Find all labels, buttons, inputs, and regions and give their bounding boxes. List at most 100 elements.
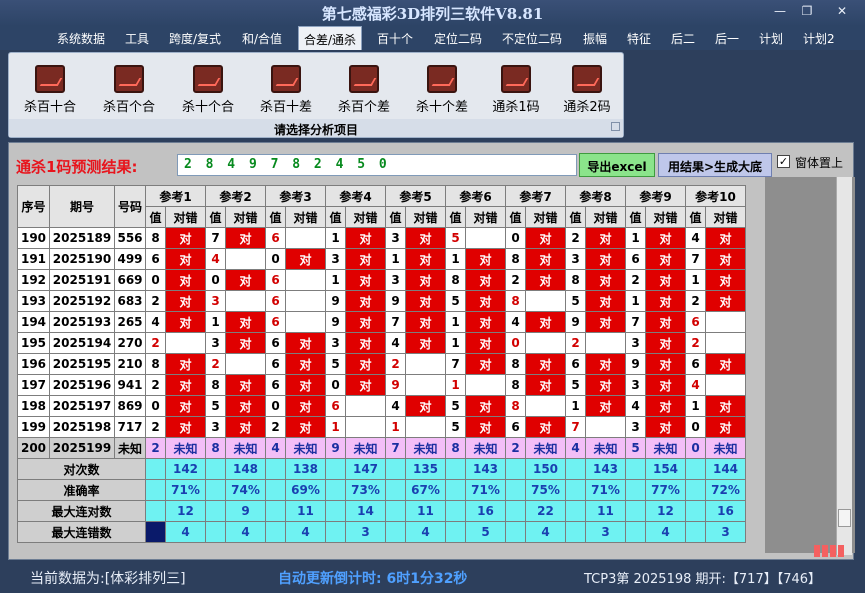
ontop-checkbox[interactable]: ✓ [777,155,790,168]
header-value: 值 [685,206,706,228]
menu-system-data[interactable]: 系统数据 [57,30,105,47]
stats-left [565,500,586,522]
table-row[interactable]: 190 2025189 556 8 对 7 对 6 1 对 3 对 5 0 对 2 对 1 对 4 对 [17,227,746,249]
hit-cell: 对 [705,353,746,375]
hit-cell: 对 [345,374,386,396]
tool-kill-one-code[interactable]: 通杀1码 [483,65,549,115]
vertical-scrollbar[interactable] [836,177,852,555]
stats-value: 150 [525,458,566,480]
pending-row[interactable]: 200 2025199 未知 2 未知 8 未知 4 未知 9 未知 7 未知 8 未知 2 未知 4 未知 5 未知 0… [17,437,746,459]
value-cell: 6 [265,353,286,375]
table-row[interactable]: 196 2025195 210 8 对 2 6 对 5 对 2 7 对 8 对 6 对 9 对 6 对 [17,353,746,375]
header-value: 值 [325,206,346,228]
hit-cell: 对 [345,290,386,312]
table-row[interactable]: 194 2025193 265 4 对 1 对 6 9 对 7 对 1 对 4 对 9 对 7 对 6 [17,311,746,333]
value-cell: 8 [205,437,226,459]
value-cell: 1 [445,374,466,396]
header-ref: 参考1 [145,185,206,207]
menu-plan[interactable]: 计划 [759,30,783,47]
table-row[interactable]: 195 2025194 270 2 3 对 6 对 3 对 4 对 1 对 0 2 3 对 2 [17,332,746,354]
stats-left [505,521,526,543]
menu-unfixed-two[interactable]: 不定位二码 [502,30,562,47]
miss-cell [525,290,566,312]
table-row[interactable]: 199 2025198 717 2 对 3 对 2 对 1 1 5 对 6 对 7 3 对 0 对 [17,416,746,438]
value-cell: 3 [385,269,406,291]
stats-label: 对次数 [17,458,146,480]
header-value: 值 [145,206,166,228]
export-excel-button[interactable]: 导出excel [579,153,655,177]
header-ref: 参考4 [325,185,386,207]
menu-fixed-two[interactable]: 定位二码 [434,30,482,47]
table-row[interactable]: 193 2025192 683 2 对 3 6 9 对 9 对 5 对 8 5 对 1 对 2 对 [17,290,746,312]
menu-amplitude[interactable]: 振幅 [583,30,607,47]
title-bar: 第七感福彩3D排列三软件V8.81 — ❐ ✕ [0,0,865,26]
hit-cell: 对 [405,269,446,291]
value-cell: 2 [145,374,166,396]
tool-kill-bs-diff[interactable]: 杀百十差 [253,65,319,115]
seq-cell: 195 [17,332,50,354]
value-cell: 3 [205,290,226,312]
miss-cell [225,290,266,312]
stats-left [445,458,466,480]
menu-feature[interactable]: 特征 [627,30,651,47]
chart-icon [35,65,65,93]
menu-sum[interactable]: 和/合值 [242,30,282,47]
menu-positions[interactable]: 百十个 [377,30,413,47]
hit-cell: 对 [585,311,626,333]
menu-span[interactable]: 跨度/复式 [169,30,221,47]
tool-kill-bs-sum[interactable]: 杀百十合 [17,65,83,115]
hit-cell: 对 [165,248,206,270]
header-ref: 参考7 [505,185,566,207]
table-row[interactable]: 192 2025191 669 0 对 0 对 6 1 对 3 对 8 对 2 对 8 对 2 对 1 对 [17,269,746,291]
tool-kill-two-code[interactable]: 通杀2码 [554,65,620,115]
tool-kill-bg-diff[interactable]: 杀百个差 [331,65,397,115]
value-cell: 3 [565,248,586,270]
maximize-icon[interactable]: ❐ [795,4,819,18]
scroll-thumb[interactable] [838,509,851,527]
table-row[interactable]: 197 2025196 941 2 对 8 对 6 对 0 对 9 1 8 对 5 对 3 对 4 [17,374,746,396]
stats-left [385,521,406,543]
hit-cell: 对 [345,269,386,291]
dialog-launcher-icon[interactable] [611,122,620,131]
hit-cell: 对 [285,353,326,375]
table-row[interactable]: 198 2025197 869 0 对 5 对 0 对 6 4 对 5 对 8 1 对 4 对 1 对 [17,395,746,417]
value-cell: 4 [625,395,646,417]
menu-last-two[interactable]: 后二 [671,30,695,47]
menu-last-one[interactable]: 后一 [715,30,739,47]
tool-kill-sg-diff[interactable]: 杀十个差 [409,65,475,115]
value-cell: 3 [205,416,226,438]
chart-icon [193,65,223,93]
tool-kill-bg-sum[interactable]: 杀百个合 [96,65,162,115]
stats-left [685,521,706,543]
value-cell: 1 [385,416,406,438]
stats-left [205,479,226,501]
generate-base-button[interactable]: 用结果>生成大底 [658,153,772,177]
value-cell: 2 [385,353,406,375]
close-icon[interactable]: ✕ [830,4,854,18]
value-cell: 6 [325,395,346,417]
miss-cell [465,227,506,249]
value-cell: 2 [625,269,646,291]
indicator-light [822,545,828,557]
value-cell: 5 [565,374,586,396]
value-cell: 6 [265,332,286,354]
value-cell: 0 [685,416,706,438]
value-cell: 5 [625,437,646,459]
menu-diff-kill[interactable]: 合差/通杀 [298,26,363,50]
hit-cell: 对 [405,290,446,312]
minimize-icon[interactable]: — [768,4,792,18]
value-cell: 8 [505,395,526,417]
hit-cell: 对 [705,290,746,312]
menu-tools[interactable]: 工具 [125,30,149,47]
tool-kill-sg-sum[interactable]: 杀十个合 [175,65,241,115]
table-row[interactable]: 191 2025190 499 6 对 4 0 对 3 对 1 对 1 对 8 对 3 对 6 对 7 对 [17,248,746,270]
ribbon-footer-label: 请选择分析项目 [273,123,358,137]
hit-cell: 对 [165,374,206,396]
stats-value: 4 [225,521,266,543]
header-value: 值 [385,206,406,228]
value-cell: 4 [385,395,406,417]
hit-cell: 对 [465,248,506,270]
stats-value: 4 [285,521,326,543]
prediction-result-field[interactable]: 2 8 4 9 7 8 2 4 5 0 [177,154,577,176]
menu-plan2[interactable]: 计划2 [803,30,835,47]
